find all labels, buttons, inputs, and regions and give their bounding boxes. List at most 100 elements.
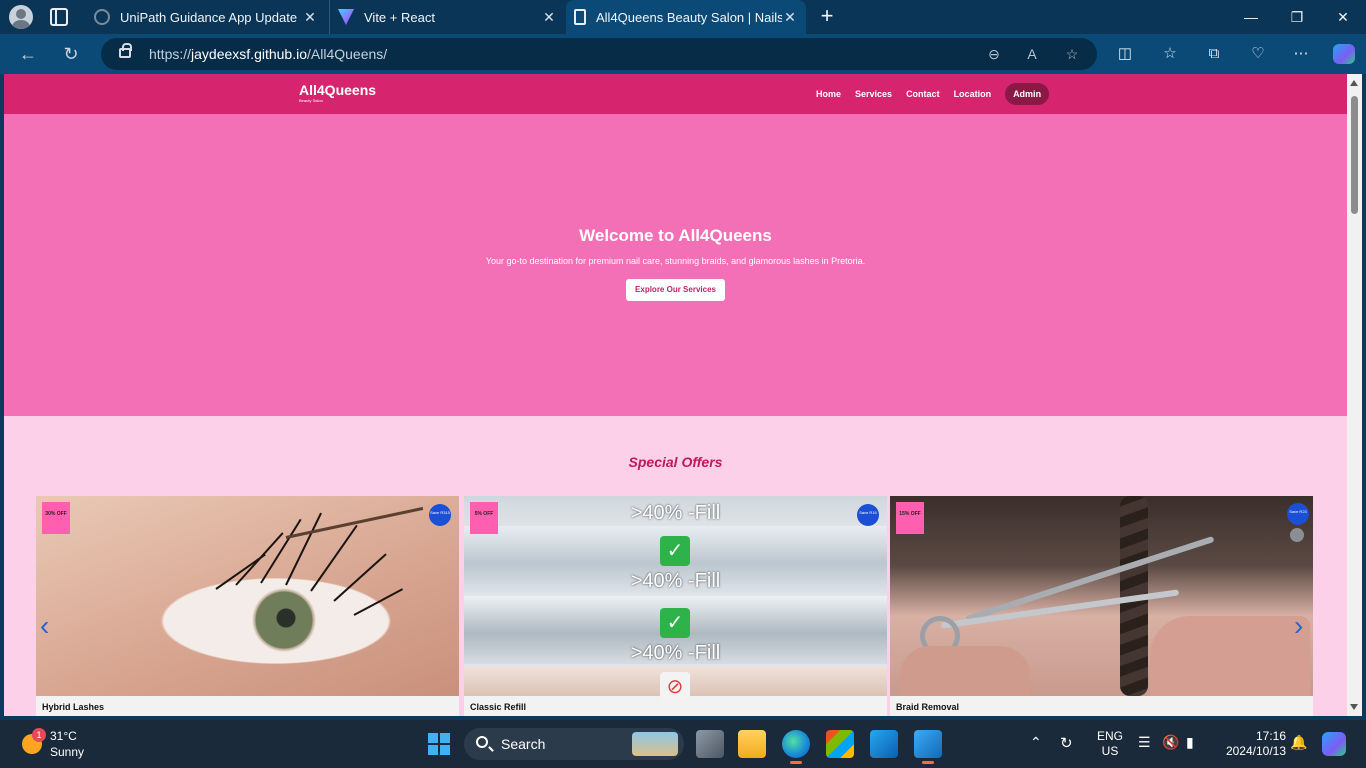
- taskbar-search[interactable]: Search: [464, 728, 684, 760]
- back-icon[interactable]: ←: [15, 42, 41, 66]
- restore-icon[interactable]: ❐: [1274, 0, 1320, 34]
- windows-taskbar: 1 31°C Sunny Search ⌃ ↻ ENG US ☰ 🔇 ▮ 17:…: [0, 720, 1366, 768]
- wifi-icon[interactable]: ☰: [1138, 734, 1151, 751]
- lock-icon[interactable]: [119, 43, 132, 58]
- nav-contact[interactable]: Contact: [906, 83, 940, 105]
- save-badge: Save R15: [857, 504, 879, 526]
- nav-links: Home Services Contact Location Admin: [816, 83, 1050, 105]
- clock-time: 17:16: [1255, 729, 1286, 743]
- refresh-icon[interactable]: ↻: [58, 42, 84, 66]
- url-text[interactable]: https://jaydeexsf.github.io/All4Queens/: [149, 46, 387, 62]
- refill-overlay-text: >40% -Fill: [630, 502, 721, 524]
- tab-actions-icon[interactable]: [50, 8, 68, 26]
- carousel-next-icon[interactable]: ›: [1294, 612, 1303, 640]
- copilot-icon[interactable]: [1333, 44, 1355, 64]
- nav-home[interactable]: Home: [816, 83, 841, 105]
- file-explorer-icon[interactable]: [738, 730, 766, 758]
- favorites-icon[interactable]: ☆: [1160, 44, 1180, 64]
- hero-subtitle: Your go-to destination for premium nail …: [485, 256, 866, 266]
- nav-location[interactable]: Location: [954, 83, 992, 105]
- battery-icon[interactable]: ▮: [1186, 734, 1194, 751]
- close-window-icon[interactable]: ✕: [1320, 0, 1366, 34]
- minimize-icon[interactable]: —: [1228, 0, 1274, 34]
- offer-card-classic-refill[interactable]: >40% -Fill ✓ >40% -Fill ✓ >40% -Fill ⊘ 5…: [464, 496, 887, 716]
- page-scrollbar[interactable]: [1347, 74, 1362, 716]
- prohibited-icon: ⊘: [660, 672, 690, 702]
- tab-title: All4Queens Beauty Salon | Nails, B: [596, 9, 782, 25]
- profile-avatar-icon[interactable]: [9, 5, 33, 29]
- explore-services-button[interactable]: Explore Our Services: [626, 279, 725, 301]
- weather-widget[interactable]: 1 31°C Sunny: [18, 728, 108, 760]
- offer-name: Braid Removal: [896, 702, 960, 712]
- language-code: ENG: [1096, 729, 1123, 743]
- start-icon[interactable]: [428, 733, 450, 755]
- refill-overlay-text: >40% -Fill: [630, 642, 721, 664]
- notifications-bell-icon[interactable]: 🔔: [1290, 734, 1307, 751]
- read-aloud-icon[interactable]: A: [1023, 45, 1041, 63]
- address-bar[interactable]: https://jaydeexsf.github.io/All4Queens/ …: [101, 38, 1097, 70]
- scroll-up-icon[interactable]: [1350, 80, 1358, 86]
- scroll-down-icon[interactable]: [1350, 704, 1358, 710]
- favorite-star-icon[interactable]: ☆: [1063, 45, 1081, 63]
- braid-removal-image: [890, 496, 1313, 696]
- more-menu-icon[interactable]: ⋯: [1291, 44, 1311, 64]
- outlook-icon[interactable]: [870, 730, 898, 758]
- discount-tag: 5% OFF: [470, 502, 498, 534]
- search-label: Search: [501, 736, 546, 752]
- microsoft-store-icon[interactable]: [826, 730, 854, 758]
- close-tab-icon[interactable]: ✕: [302, 9, 318, 26]
- close-tab-icon[interactable]: ✕: [782, 9, 798, 26]
- settings-gear-icon[interactable]: [1290, 528, 1304, 542]
- edge-browser-icon[interactable]: [782, 730, 810, 764]
- scroll-thumb[interactable]: [1351, 96, 1358, 214]
- tab-all4queens[interactable]: All4Queens Beauty Salon | Nails, B ✕: [566, 0, 806, 34]
- clock[interactable]: 17:16 2024/10/13: [1212, 729, 1286, 759]
- close-tab-icon[interactable]: ✕: [541, 9, 557, 26]
- document-icon: [574, 9, 586, 25]
- checkmark-icon: ✓: [660, 608, 690, 638]
- tab-unipath[interactable]: UniPath Guidance App Update ✕: [86, 0, 326, 34]
- copilot-taskbar-icon[interactable]: [1322, 732, 1346, 756]
- hero-section: Welcome to All4Queens Your go-to destina…: [4, 114, 1347, 416]
- save-badge: Save R315: [429, 504, 451, 526]
- task-view-icon[interactable]: [696, 730, 724, 758]
- vite-icon: [338, 9, 354, 25]
- globe-icon: [94, 9, 110, 25]
- brand-name: All4Queens: [299, 82, 377, 98]
- region-code: US: [1101, 744, 1119, 758]
- offer-name: Hybrid Lashes: [42, 702, 105, 712]
- collections-icon[interactable]: ⧉: [1204, 44, 1224, 64]
- tab-title: Vite + React: [364, 9, 435, 25]
- tab-title: UniPath Guidance App Update: [120, 9, 298, 25]
- zoom-out-icon[interactable]: ⊖: [985, 45, 1003, 63]
- discount-tag: 15% OFF: [896, 502, 924, 534]
- carousel-prev-icon[interactable]: ‹: [40, 612, 49, 640]
- new-tab-button[interactable]: +: [816, 4, 838, 28]
- tab-vite[interactable]: Vite + React ✕: [329, 0, 565, 34]
- discount-tag: 30% OFF: [42, 502, 70, 534]
- weather-condition: Sunny: [50, 745, 85, 759]
- volume-muted-icon[interactable]: 🔇: [1162, 734, 1179, 751]
- notification-badge: 1: [32, 728, 46, 742]
- address-bar-row: ← ↻ https://jaydeexsf.github.io/All4Quee…: [0, 34, 1366, 74]
- nav-admin-button[interactable]: Admin: [1005, 83, 1050, 105]
- vscode-icon[interactable]: [914, 730, 942, 764]
- brand-tagline: Beauty Salon: [299, 98, 323, 103]
- hybrid-lashes-image: [36, 496, 459, 696]
- offer-card-braid-removal[interactable]: 15% OFF Save R23 Braid Removal: [890, 496, 1313, 716]
- show-hidden-icons-icon[interactable]: ⌃: [1030, 734, 1042, 751]
- site-navbar: All4Queens Beauty Salon Home Services Co…: [4, 74, 1347, 114]
- browser-essentials-icon[interactable]: ♡: [1248, 44, 1268, 64]
- language-indicator[interactable]: ENG US: [1094, 729, 1126, 759]
- offer-name: Classic Refill: [470, 702, 527, 712]
- hero-title: Welcome to All4Queens: [579, 226, 772, 245]
- sync-icon[interactable]: ↻: [1060, 734, 1073, 752]
- nav-services[interactable]: Services: [855, 83, 892, 105]
- checkmark-icon: ✓: [660, 536, 690, 566]
- split-screen-icon[interactable]: ◫: [1115, 44, 1135, 64]
- offer-card-hybrid-lashes[interactable]: 30% OFF Save R315 Hybrid Lashes: [36, 496, 459, 716]
- special-offers-heading: Special Offers: [628, 454, 723, 470]
- site-logo[interactable]: All4Queens Beauty Salon: [299, 82, 376, 104]
- browser-tab-bar: UniPath Guidance App Update ✕ Vite + Rea…: [0, 0, 1366, 34]
- search-highlight-image: [632, 732, 678, 756]
